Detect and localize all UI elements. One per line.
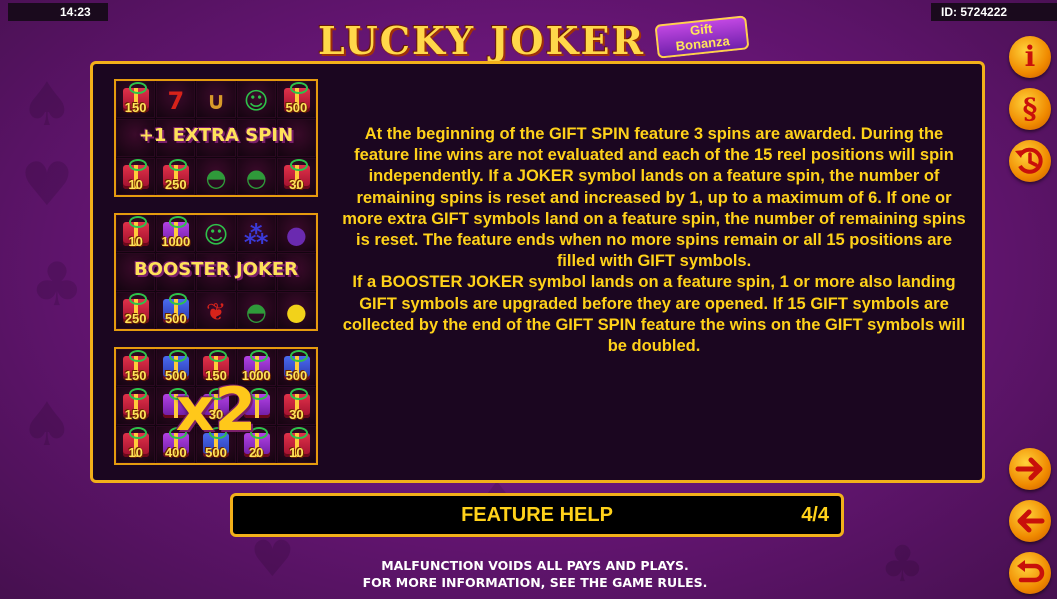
feature-thumbnail-extra-spin: 150 7 ∪ ☺ 500 10 250 ◓ ◓ 30 +1 EXTRA SPIN xyxy=(114,79,318,197)
reel-cell: ∪ xyxy=(196,81,236,119)
info-button[interactable]: i xyxy=(1009,36,1051,78)
watermelon-icon: ◓ xyxy=(245,163,267,192)
help-page-counter: 4/4 xyxy=(801,504,829,526)
joker-icon: ☺ xyxy=(243,87,269,115)
reel-cell: ❦ xyxy=(196,291,236,329)
clock: 14:23 xyxy=(8,3,108,21)
return-icon xyxy=(1017,560,1045,583)
disclaimer-line: FOR MORE INFORMATION, SEE THE GAME RULES… xyxy=(362,575,708,590)
history-icon xyxy=(1015,147,1043,174)
thumbnail-overlay-text: BOOSTER JOKER xyxy=(133,259,299,280)
reel-cell: 7 xyxy=(156,81,196,119)
thumbnail-overlay-text: x2 xyxy=(175,375,257,445)
lemon-icon: ● xyxy=(285,297,307,326)
reel-cell: 150 xyxy=(116,81,156,119)
rules-button[interactable]: § xyxy=(1009,88,1051,130)
logo-title: LUCKY JOKER xyxy=(318,18,646,63)
reel-cell: ⁂ xyxy=(236,215,276,253)
gift-value: 400 xyxy=(164,444,187,460)
heart-decor: ♥ xyxy=(250,530,295,588)
cherry-icon: ❦ xyxy=(205,297,227,326)
grapes-icon: ⁂ xyxy=(243,221,269,249)
reel-cell: 250 xyxy=(156,157,196,195)
info-icon: i xyxy=(1024,40,1036,73)
return-button[interactable] xyxy=(1009,552,1051,594)
arrow-right-icon xyxy=(1015,457,1043,481)
section-icon: § xyxy=(1022,92,1038,125)
feature-thumbnail-x2: 150 500 150 1000 500 150 30 30 10 400 500 20 10 x2 xyxy=(114,347,318,465)
reel-cell: ☺ xyxy=(236,81,276,119)
joker-icon: ☺ xyxy=(203,221,229,249)
seven-icon: 7 xyxy=(167,87,185,115)
reel-cell: ◓ xyxy=(196,157,236,195)
gift-value: 10 xyxy=(289,444,304,460)
gift-value: 20 xyxy=(248,444,264,460)
spade-decor: ♠ xyxy=(20,390,74,460)
gift-value: 500 xyxy=(285,100,308,116)
heart-decor: ♥ xyxy=(20,150,74,220)
reel-cell: 10 xyxy=(116,215,156,253)
description-paragraph: At the beginning of the GIFT SPIN featur… xyxy=(342,125,966,271)
gift-value: 30 xyxy=(289,176,304,192)
history-button[interactable] xyxy=(1009,140,1051,182)
gift-value: 250 xyxy=(124,310,147,326)
help-page-title: FEATURE HELP xyxy=(461,504,613,526)
gift-value: 10 xyxy=(128,234,143,250)
reel-cell: ◓ xyxy=(236,157,276,195)
gift-value: 1000 xyxy=(161,234,191,250)
help-page-bar: FEATURE HELP 4/4 xyxy=(230,493,844,537)
watermelon-icon: ◓ xyxy=(205,163,227,192)
horseshoe-icon: ∪ xyxy=(206,87,226,115)
club-decor: ♣ xyxy=(880,535,925,593)
disclaimer: MALFUNCTION VOIDS ALL PAYS AND PLAYS. FO… xyxy=(300,557,770,591)
disclaimer-line: MALFUNCTION VOIDS ALL PAYS AND PLAYS. xyxy=(381,558,689,573)
game-logo: LUCKY JOKER Gift Bonanza xyxy=(318,15,758,63)
previous-page-button[interactable] xyxy=(1009,500,1051,542)
arrow-left-icon xyxy=(1017,509,1045,533)
gift-value: 500 xyxy=(205,444,227,460)
reel-cell: ◓ xyxy=(236,291,276,329)
reel-cell: ☺ xyxy=(196,215,236,253)
reel-cell: 500 xyxy=(156,291,196,329)
club-decor: ♣ xyxy=(30,250,84,320)
next-page-button[interactable] xyxy=(1009,448,1051,490)
reel-cell: 30 xyxy=(276,157,316,195)
reel-cell: 500 xyxy=(276,81,316,119)
reel-cell: 250 xyxy=(116,291,156,329)
reel-cell: ● xyxy=(276,291,316,329)
gift-value: 10 xyxy=(128,444,143,460)
plum-icon: ● xyxy=(285,221,307,249)
feature-thumbnail-booster-joker: 10 1000 ☺ ⁂ ● 250 500 ❦ ◓ ● BOOSTER JOKER xyxy=(114,213,318,331)
reel-cell: ● xyxy=(276,215,316,253)
game-id: ID: 5724222 xyxy=(931,3,1057,21)
reel-cell: 1000 xyxy=(156,215,196,253)
gift-value: 250 xyxy=(164,176,187,192)
thumbnail-overlay-text: +1 EXTRA SPIN xyxy=(138,125,294,146)
watermelon-icon: ◓ xyxy=(245,297,267,326)
gift-value: 10 xyxy=(128,176,143,192)
description-paragraph: If a BOOSTER JOKER symbol lands on a fea… xyxy=(342,273,966,356)
reel-cell: 10 xyxy=(116,157,156,195)
feature-description: At the beginning of the GIFT SPIN featur… xyxy=(338,124,970,357)
gift-value: 500 xyxy=(164,310,187,326)
gift-value: 150 xyxy=(124,100,147,116)
logo-subtitle: Gift Bonanza xyxy=(654,15,750,59)
spade-decor: ♠ xyxy=(20,70,74,140)
